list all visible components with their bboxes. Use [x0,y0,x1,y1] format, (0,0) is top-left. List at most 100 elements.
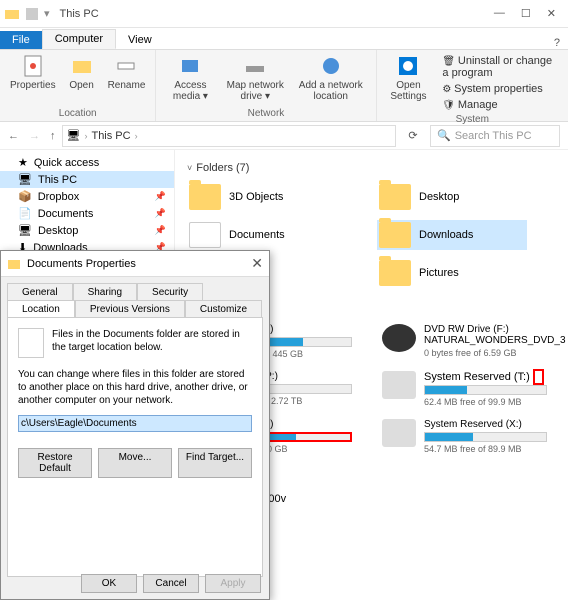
save-icon[interactable] [24,6,40,22]
location-path-input[interactable] [18,415,252,432]
dialog-close-button[interactable]: ✕ [251,255,263,272]
dialog-desc-2: You can change where files in this folde… [18,368,252,407]
drive-t[interactable]: System Reserved (T:) 62.4 MB free of 99.… [382,371,547,407]
open-icon [70,54,94,78]
ok-button[interactable]: OK [81,574,137,593]
properties-button[interactable]: Properties [6,52,60,93]
dialog-title: Documents Properties [27,258,136,270]
map-drive-button[interactable]: Map network drive ▾ [221,52,290,104]
qat-dropdown-icon[interactable]: ▾ [44,7,50,20]
ribbon-tabs: File Computer View ? [0,28,568,50]
dialog-body: Files in the Documents folder are stored… [7,317,263,577]
ribbon: Properties Open Rename Location Access m… [0,50,568,122]
apply-button[interactable]: Apply [205,574,261,593]
documents-properties-dialog: Documents Properties ✕ General Sharing S… [0,250,270,600]
cancel-button[interactable]: Cancel [143,574,199,593]
dialog-tabs-row2: Location Previous Versions Customize [7,300,263,317]
window-controls: — ☐ ✕ [494,7,564,20]
restore-default-button[interactable]: Restore Default [18,448,92,478]
tab-sharing[interactable]: Sharing [73,283,137,301]
box-icon: 📦 [18,190,32,203]
sidebar-item-desktop[interactable]: 🖥Desktop📌 [0,222,174,239]
quick-access-toolbar: ▾ [4,6,50,22]
drive-dvd[interactable]: DVD RW Drive (F:) NATURAL_WONDERS_DVD_30… [382,324,547,359]
find-target-button[interactable]: Find Target... [178,448,252,478]
drive-icon [382,371,416,399]
breadcrumb[interactable]: 🖥 › This PC › [62,125,397,147]
folder-icon [379,184,411,210]
tab-security[interactable]: Security [137,283,203,301]
folder-icon [7,257,21,271]
map-drive-icon [243,54,267,78]
address-bar: ← → ↑ 🖥 › This PC › ⟳ 🔍 Search This PC [0,122,568,150]
dialog-tabs: General Sharing Security [7,283,263,300]
folder-documents[interactable]: Documents [187,220,337,250]
rename-icon [114,54,138,78]
add-location-icon [319,54,343,78]
sidebar-item-quick-access[interactable]: ★Quick access [0,154,174,171]
ribbon-group-location: Properties Open Rename Location [0,50,156,121]
system-mini-buttons: 🗑 Uninstall or change a program ⚙ System… [434,52,562,114]
open-settings-button[interactable]: Open Settings [383,52,435,114]
folder-icon [4,6,20,22]
highlight-box [533,369,544,385]
back-button[interactable]: ← [8,130,19,142]
folder-icon [189,222,221,248]
pc-icon: 🖥 [18,173,32,186]
close-button[interactable]: ✕ [547,7,556,20]
tab-customize[interactable]: Customize [185,300,262,318]
pin-icon: 📌 [155,225,166,236]
media-icon [178,54,202,78]
breadcrumb-root[interactable]: This PC [91,130,130,142]
doc-icon: 📄 [18,207,32,220]
rename-button[interactable]: Rename [104,52,150,93]
tab-view[interactable]: View [116,31,164,49]
manage-button[interactable]: 🛡 Manage [440,98,556,112]
forward-button[interactable]: → [29,130,40,142]
pin-icon: 📌 [155,191,166,202]
tab-previous-versions[interactable]: Previous Versions [75,300,185,318]
folder-icon [189,184,221,210]
drive-icon [382,419,416,447]
up-button[interactable]: ↑ [50,130,56,142]
folder-3d-objects[interactable]: 3D Objects [187,182,337,212]
document-icon [18,328,44,358]
system-props-button[interactable]: ⚙ System properties [440,82,556,96]
folder-downloads[interactable]: Downloads [377,220,527,250]
maximize-button[interactable]: ☐ [521,7,531,20]
tab-general[interactable]: General [7,283,73,301]
move-button[interactable]: Move... [98,448,172,478]
folder-icon [379,222,411,248]
properties-icon [21,54,45,78]
caret-icon: ˅ [187,163,192,173]
sidebar-item-dropbox[interactable]: 📦Dropbox📌 [0,188,174,205]
minimize-button[interactable]: — [494,7,505,20]
star-icon: ★ [18,156,28,169]
dialog-desc-1: Files in the Documents folder are stored… [52,328,252,358]
open-button[interactable]: Open [62,52,102,93]
window-title: This PC [60,8,99,20]
folder-pictures[interactable]: Pictures [377,258,527,288]
sidebar-item-this-pc[interactable]: 🖥This PC [0,171,174,188]
dialog-footer: OK Cancel Apply [81,574,261,593]
sidebar-item-documents[interactable]: 📄Documents📌 [0,205,174,222]
search-icon: 🔍 [437,129,451,142]
folder-icon [379,260,411,286]
access-media-button[interactable]: Access media ▾ [162,52,218,104]
folder-desktop[interactable]: Desktop [377,182,527,212]
drive-x[interactable]: System Reserved (X:)54.7 MB free of 89.9… [382,419,547,454]
uninstall-button[interactable]: 🗑 Uninstall or change a program [440,54,556,80]
tab-location[interactable]: Location [7,300,75,318]
folders-heading[interactable]: ˅Folders (7) [187,162,556,174]
dialog-titlebar[interactable]: Documents Properties ✕ [1,251,269,277]
dvd-icon [382,324,416,352]
refresh-button[interactable]: ⟳ [402,129,424,142]
tab-file[interactable]: File [0,31,42,49]
search-input[interactable]: 🔍 Search This PC [430,125,560,147]
add-location-button[interactable]: Add a network location [292,52,370,104]
window-titlebar: ▾ This PC — ☐ ✕ [0,0,568,28]
help-icon[interactable]: ? [554,37,560,49]
ribbon-group-network: Access media ▾ Map network drive ▾ Add a… [156,50,376,121]
tab-computer[interactable]: Computer [42,29,116,49]
ribbon-group-system: Open Settings 🗑 Uninstall or change a pr… [377,50,568,121]
